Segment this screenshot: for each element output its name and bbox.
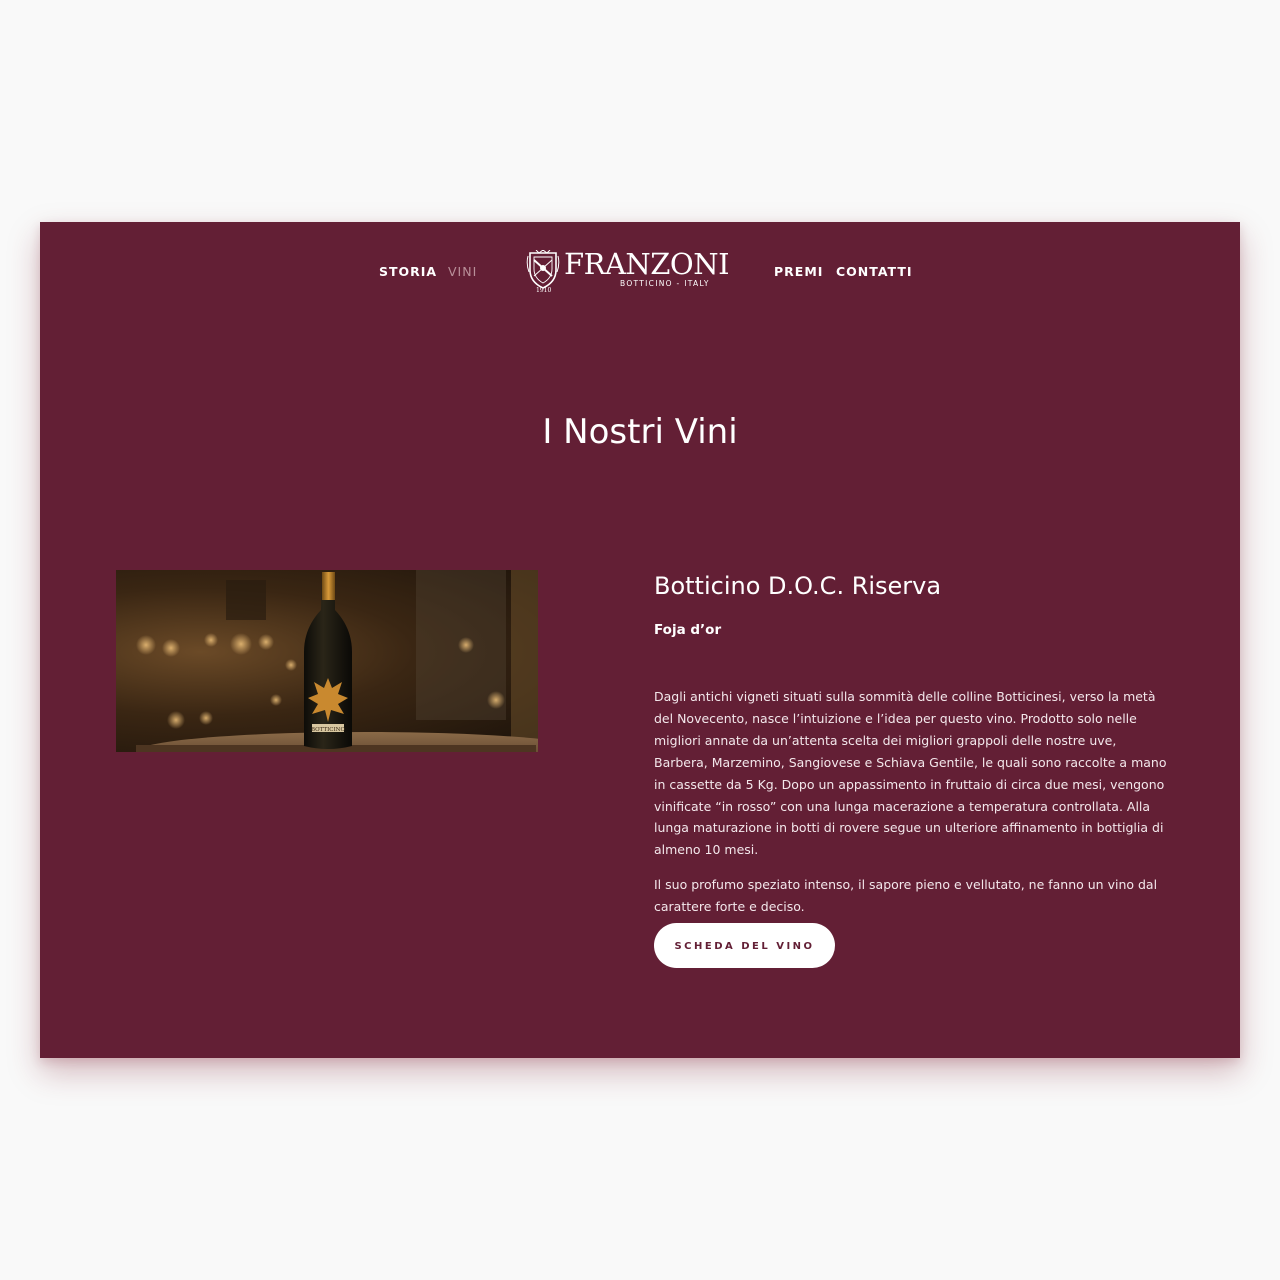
nav-link-storia[interactable]: STORIA <box>379 264 437 279</box>
nav-link-premi[interactable]: PREMI <box>774 264 823 279</box>
scheda-del-vino-button[interactable]: SCHEDA DEL VINO <box>654 923 835 968</box>
wine-bottle-photo: BOTTICINO <box>116 570 538 752</box>
wine-description: Dagli antichi vigneti situati sulla somm… <box>654 686 1169 931</box>
description-paragraph-1: Dagli antichi vigneti situati sulla somm… <box>654 689 1167 858</box>
brand-logo[interactable]: FRANZONI BOTTICINO - ITALY 1910 <box>526 247 730 296</box>
description-paragraph-2: Il suo profumo speziato intenso, il sapo… <box>654 877 1158 915</box>
nav-link-contatti[interactable]: CONTATTI <box>836 264 913 279</box>
wine-page-card: STORIA VINI FRANZONI BOTTICINO - ITALY 1… <box>40 222 1240 1058</box>
bottle-label: BOTTICINO <box>311 727 345 733</box>
logo-year: 1910 <box>536 287 552 294</box>
wine-name: Botticino D.O.C. Riserva <box>654 572 942 600</box>
page-title: I Nostri Vini <box>542 412 738 452</box>
nav-link-vini[interactable]: VINI <box>448 264 477 279</box>
wine-subtitle: Foja d’or <box>654 622 722 638</box>
logo-wordmark: FRANZONI <box>564 247 730 281</box>
logo-tagline: BOTTICINO - ITALY <box>620 279 710 288</box>
